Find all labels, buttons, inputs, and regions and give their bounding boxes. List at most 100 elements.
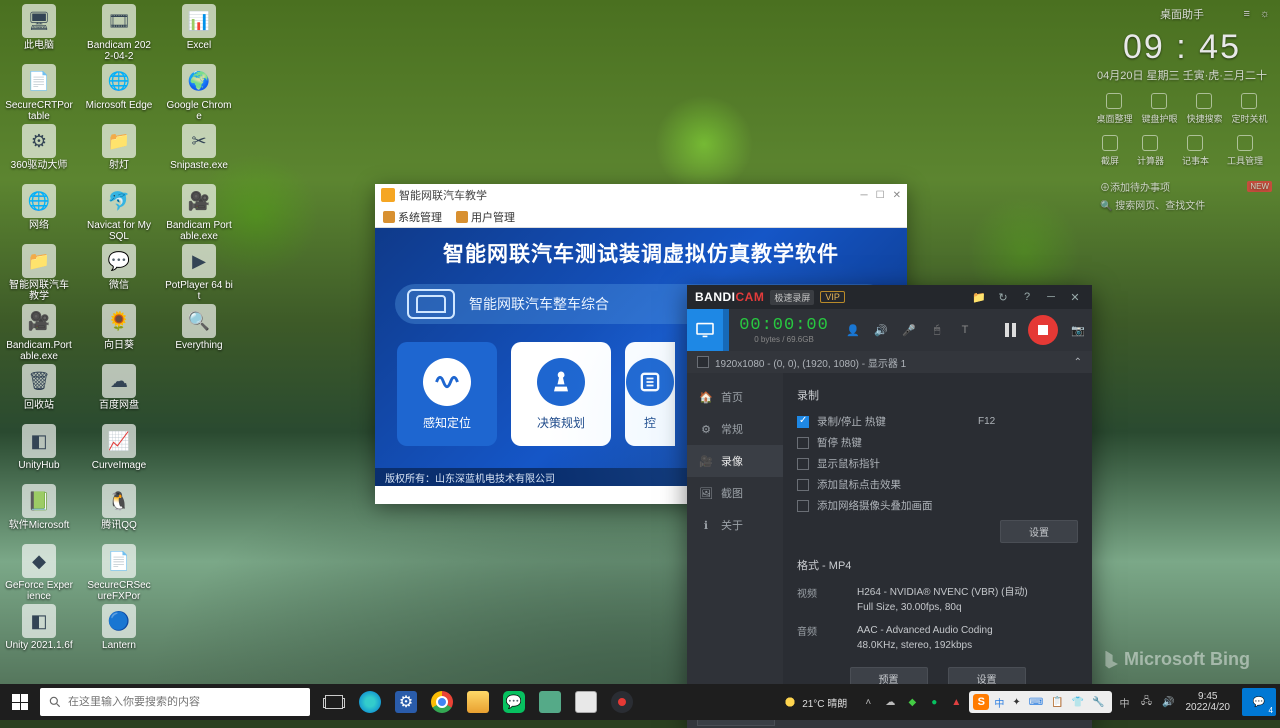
res-checkbox[interactable] <box>697 356 709 368</box>
minimize-button[interactable]: ─ <box>1042 288 1060 306</box>
tray-wechat-icon[interactable]: ● <box>925 693 943 711</box>
desktop-icon[interactable]: ✂Snipaste.exe <box>164 122 234 182</box>
desktop-icon[interactable]: 🎥Bandicam.Portable.exe <box>4 302 74 362</box>
close-button[interactable]: ✕ <box>893 190 901 201</box>
desktop-icon[interactable]: ◧Unity 2021.1.6f <box>4 602 74 662</box>
record-option[interactable]: 添加网络摄像头叠加画面 <box>797 495 933 516</box>
sidebar-item[interactable]: 🏠首页 <box>687 381 783 413</box>
notification-button[interactable]: 💬4 <box>1242 688 1276 716</box>
option-checkbox[interactable] <box>797 479 809 491</box>
record-option[interactable]: 录制/停止 热键 <box>797 411 886 432</box>
widget-tool[interactable]: 记事本 <box>1182 135 1209 167</box>
desktop-icon[interactable]: 🐧腾讯QQ <box>84 482 154 542</box>
folder-icon[interactable]: 📁 <box>970 288 988 306</box>
desktop-icon[interactable]: 🌍Google Chrome <box>164 62 234 122</box>
widget-tool[interactable]: 键盘护眼 <box>1141 93 1177 125</box>
text-icon[interactable]: T <box>951 316 979 344</box>
desktop-icon[interactable]: 🌐网络 <box>4 182 74 242</box>
speaker-icon[interactable]: 🔊 <box>867 316 895 344</box>
desktop-icon[interactable]: 🎞Bandicam 2022-04-2 <box>84 2 154 62</box>
widget-todo[interactable]: ⊕添加待办事项 <box>1100 179 1170 194</box>
desktop-icon[interactable]: 🌐Microsoft Edge <box>84 62 154 122</box>
tb-edge[interactable] <box>352 684 388 720</box>
tray-security-icon[interactable]: ◆ <box>903 693 921 711</box>
bandicam-titlebar[interactable]: BANDICAM 极速录屏 VIP 📁 ↻ ? ─ ✕ <box>687 285 1092 309</box>
mouse-icon[interactable]: 🖱 <box>923 316 951 344</box>
widget-settings-icon[interactable]: ☼ <box>1260 8 1270 20</box>
option-checkbox[interactable] <box>797 416 809 428</box>
desktop-icon[interactable]: 📁智能网联汽车教学 <box>4 242 74 302</box>
option-checkbox[interactable] <box>797 437 809 449</box>
tb-chrome[interactable] <box>424 684 460 720</box>
desktop-icon[interactable]: 🖥此电脑 <box>4 2 74 62</box>
record-option[interactable]: 显示鼠标指针 <box>797 453 880 474</box>
help-icon[interactable]: ? <box>1018 288 1036 306</box>
desktop-icon[interactable]: 📄SecureCRSecureFXPor <box>84 542 154 602</box>
desktop-icon[interactable]: ⚙360驱动大师 <box>4 122 74 182</box>
desktop-icon[interactable]: ◆GeForce Experience <box>4 542 74 602</box>
record-option[interactable]: 添加鼠标点击效果 <box>797 474 901 495</box>
desktop-icon[interactable]: 🔵Lantern <box>84 602 154 662</box>
tray-volume-icon[interactable]: 🔊 <box>1160 693 1178 711</box>
desktop-icon[interactable]: 📁射灯 <box>84 122 154 182</box>
desktop-icon[interactable]: 🗑回收站 <box>4 362 74 422</box>
stop-record-button[interactable] <box>1028 315 1058 345</box>
desktop-icon[interactable]: ◧UnityHub <box>4 422 74 482</box>
desktop-icon[interactable]: 🌻向日葵 <box>84 302 154 362</box>
sidebar-item[interactable]: 🎥录像 <box>687 445 783 477</box>
tb-app1[interactable] <box>532 684 568 720</box>
widget-tool[interactable]: 桌面整理 <box>1096 93 1132 125</box>
settings-button-1[interactable]: 设置 <box>1000 520 1078 543</box>
share-icon[interactable]: ↻ <box>994 288 1012 306</box>
webcam-icon[interactable]: 👤 <box>839 316 867 344</box>
widget-tool[interactable]: 截屏 <box>1101 135 1119 167</box>
screen-mode-button[interactable] <box>687 309 729 351</box>
tb-bandicam[interactable] <box>604 684 640 720</box>
desktop-icon[interactable]: ▶PotPlayer 64 bit <box>164 242 234 302</box>
sidebar-item[interactable]: 🖼截图 <box>687 477 783 509</box>
desktop-icon[interactable]: 📊Excel <box>164 2 234 62</box>
desktop-icon[interactable]: 📈CurveImage <box>84 422 154 482</box>
menu-user[interactable]: 用户管理 <box>456 209 515 225</box>
collapse-icon[interactable]: ⌃ <box>1074 357 1082 368</box>
tb-app2[interactable] <box>568 684 604 720</box>
weather-widget[interactable]: 21°C 晴朗 <box>782 694 847 710</box>
mic-icon[interactable]: 🎤 <box>895 316 923 344</box>
taskbar-search[interactable] <box>40 688 310 716</box>
sidebar-item[interactable]: ℹ关于 <box>687 509 783 541</box>
search-input[interactable] <box>68 696 302 708</box>
option-checkbox[interactable] <box>797 500 809 512</box>
tray-clock[interactable]: 9:45 2022/4/20 <box>1186 691 1231 713</box>
desktop-icon[interactable]: 🐬Navicat for MySQL <box>84 182 154 242</box>
desktop-icon[interactable]: 🔍Everything <box>164 302 234 362</box>
widget-tool[interactable]: 快捷搜索 <box>1186 93 1222 125</box>
tile-decision[interactable]: 决策规划 <box>511 342 611 446</box>
tb-settings[interactable]: ⚙ <box>388 684 424 720</box>
task-view-button[interactable] <box>316 684 352 720</box>
maximize-button[interactable]: ☐ <box>876 190 885 201</box>
app-titlebar[interactable]: 智能网联汽车教学 ─ ☐ ✕ <box>375 184 907 206</box>
widget-tool[interactable]: 工具管理 <box>1227 135 1263 167</box>
desktop-icon[interactable]: 🎥Bandicam Portable.exe <box>164 182 234 242</box>
tray-lang[interactable]: 中 <box>1116 693 1134 711</box>
widget-tool[interactable]: 计算器 <box>1137 135 1164 167</box>
widget-search[interactable]: 🔍 搜索网页、查找文件 <box>1100 197 1272 212</box>
widget-menu-icon[interactable]: ≡ <box>1243 8 1249 20</box>
ime-bar[interactable]: S 中✦⌨📋👕🔧 <box>969 691 1111 713</box>
pause-button[interactable] <box>998 318 1022 342</box>
tb-wechat[interactable]: 💬 <box>496 684 532 720</box>
minimize-button[interactable]: ─ <box>861 190 868 201</box>
tile-control-partial[interactable]: 控 <box>625 342 675 446</box>
camera-icon[interactable]: 📷 <box>1064 316 1092 344</box>
desktop-icon[interactable]: ☁百度网盘 <box>84 362 154 422</box>
widget-tool[interactable]: 定时关机 <box>1231 93 1267 125</box>
record-option[interactable]: 暂停 热键 <box>797 432 862 453</box>
sidebar-item[interactable]: ⚙常规 <box>687 413 783 445</box>
desktop-icon[interactable]: 💬微信 <box>84 242 154 302</box>
tile-perception[interactable]: 感知定位 <box>397 342 497 446</box>
desktop-icon[interactable]: 📗软件Microsoft <box>4 482 74 542</box>
tb-explorer[interactable] <box>460 684 496 720</box>
option-checkbox[interactable] <box>797 458 809 470</box>
tray-overflow[interactable]: ˄ <box>859 693 877 711</box>
start-button[interactable] <box>0 684 40 720</box>
